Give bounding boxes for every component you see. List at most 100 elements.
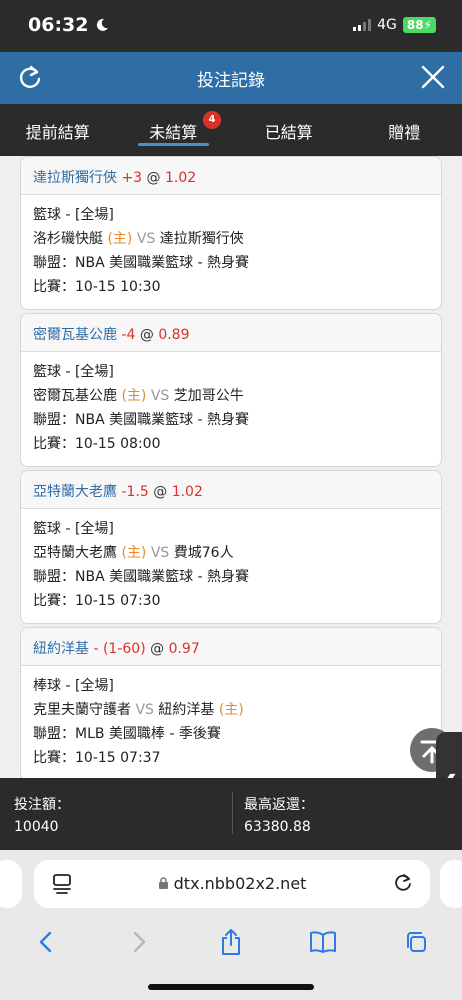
at-sign: @ [150, 641, 165, 657]
handicap: - (1-60) [93, 641, 146, 657]
back-button[interactable] [31, 927, 61, 957]
sport-line: 棒球 - [全場] [33, 678, 114, 694]
bet-summary: 投注額： 10040 最高返還： 63380.88 [0, 778, 462, 850]
browser-toolbar [0, 922, 462, 962]
home-team: 亞特蘭大老鷹 [33, 545, 117, 561]
selected-team: 達拉斯獨行俠 [33, 170, 117, 186]
reload-icon[interactable] [392, 872, 414, 894]
matchup-line: 密爾瓦基公鹿 (主) VS 芝加哥公牛 [33, 384, 429, 408]
tab-label: 贈禮 [388, 123, 421, 142]
matchup-line: 亞特蘭大老鷹 (主) VS 費城76人 [33, 541, 429, 565]
bet-details: 棒球 - [全場] 克里夫蘭守護者 VS 紐約洋基 (主) 聯盟：MLB 美國職… [21, 666, 441, 778]
chevron-right-icon [133, 931, 145, 953]
forward-button[interactable] [124, 927, 154, 957]
book-icon [310, 931, 337, 953]
status-indicators: 4G 88⚡ [353, 17, 436, 33]
max-return-summary: 最高返還： 63380.88 [244, 794, 314, 838]
page-title: 投注記錄 [197, 71, 265, 91]
unsettled-count-badge: 4 [203, 111, 221, 129]
home-tag: (主) [107, 231, 133, 247]
match-time-line: 比賽：10-15 08:00 [33, 436, 161, 452]
bet-card[interactable]: 密爾瓦基公鹿 -4 @ 0.89 籃球 - [全場] 密爾瓦基公鹿 (主) VS… [20, 313, 442, 467]
bet-card[interactable]: 達拉斯獨行俠 +3 @ 1.02 籃球 - [全場] 洛杉磯快艇 (主) VS … [20, 156, 442, 310]
next-tab-preview[interactable] [440, 860, 462, 908]
selected-team: 密爾瓦基公鹿 [33, 327, 117, 343]
tab-label: 提前結算 [25, 123, 90, 142]
url-text: dtx.nbb02x2.net [173, 874, 307, 893]
tabs-button[interactable] [401, 927, 431, 957]
signal-icon [353, 19, 372, 31]
share-icon [221, 929, 240, 955]
tab-unsettled[interactable]: 未結算 4 [116, 104, 232, 156]
bet-selection: 密爾瓦基公鹿 -4 @ 0.89 [21, 314, 441, 352]
league-line: 聯盟：NBA 美國職業籃球 - 熱身賽 [33, 569, 250, 585]
previous-tab-preview[interactable] [0, 860, 22, 908]
bet-list[interactable]: 達拉斯獨行俠 +3 @ 1.02 籃球 - [全場] 洛杉磯快艇 (主) VS … [0, 156, 462, 778]
odds: 0.89 [158, 327, 190, 343]
max-return-value: 63380.88 [244, 819, 311, 835]
status-bar: 06:32 4G 88⚡ [0, 0, 462, 52]
away-team: 費城76人 [173, 545, 234, 561]
home-tag: (主) [121, 545, 147, 561]
bet-selection: 達拉斯獨行俠 +3 @ 1.02 [21, 157, 441, 195]
max-return-label: 最高返還： [244, 797, 314, 813]
at-sign: @ [153, 484, 168, 500]
vs-label: VS [135, 702, 154, 718]
tab-settled[interactable]: 已結算 [231, 104, 347, 156]
selected-team: 紐約洋基 [33, 641, 89, 657]
handicap: +3 [121, 170, 143, 186]
home-tag: (主) [121, 388, 147, 404]
matchup-line: 克里夫蘭守護者 VS 紐約洋基 (主) [33, 698, 429, 722]
away-team: 紐約洋基 [158, 702, 215, 718]
selected-team: 亞特蘭大老鷹 [33, 484, 117, 500]
stake-value: 10040 [14, 819, 59, 835]
chevron-left-icon [39, 931, 52, 953]
network-label: 4G [377, 17, 397, 33]
battery-icon: 88⚡ [402, 17, 436, 33]
league-line: 聯盟：NBA 美國職業籃球 - 熱身賽 [33, 412, 250, 428]
bet-card[interactable]: 亞特蘭大老鷹 -1.5 @ 1.02 籃球 - [全場] 亞特蘭大老鷹 (主) … [20, 470, 442, 624]
at-sign: @ [139, 327, 154, 343]
tab-gifts[interactable]: 贈禮 [347, 104, 462, 156]
handicap: -1.5 [121, 484, 149, 500]
away-tag: (主) [218, 702, 244, 718]
tab-label: 未結算 [149, 123, 198, 142]
status-time: 06:32 [28, 14, 109, 36]
tab-bar: 提前結算 未結算 4 已結算 贈禮 [0, 104, 462, 156]
match-time-line: 比賽：10-15 10:30 [33, 279, 161, 295]
bet-card[interactable]: 紐約洋基 - (1-60) @ 0.97 棒球 - [全場] 克里夫蘭守護者 V… [20, 627, 442, 778]
share-button[interactable] [216, 927, 246, 957]
match-time-line: 比賽：10-15 07:37 [33, 750, 161, 766]
browser-chrome: dtx.nbb02x2.net [0, 850, 462, 1000]
battery-level: 88 [406, 18, 424, 32]
away-team: 芝加哥公牛 [173, 388, 244, 404]
clock-text: 06:32 [28, 14, 89, 36]
bet-selection: 紐約洋基 - (1-60) @ 0.97 [21, 628, 441, 666]
tab-early-settle[interactable]: 提前結算 [0, 104, 116, 156]
moon-icon [96, 18, 109, 31]
divider [232, 792, 233, 834]
sport-line: 籃球 - [全場] [33, 364, 114, 380]
away-team: 達拉斯獨行俠 [159, 231, 244, 247]
home-team: 密爾瓦基公鹿 [33, 388, 117, 404]
stake-label: 投注額： [14, 797, 70, 813]
vs-label: VS [136, 231, 156, 247]
close-icon[interactable] [420, 64, 446, 90]
league-line: 聯盟：NBA 美國職業籃球 - 熱身賽 [33, 255, 250, 271]
tabs-icon [406, 932, 426, 952]
bookmarks-button[interactable] [308, 927, 338, 957]
matchup-line: 洛杉磯快艇 (主) VS 達拉斯獨行俠 [33, 227, 429, 251]
bet-selection: 亞特蘭大老鷹 -1.5 @ 1.02 [21, 471, 441, 509]
bet-details: 籃球 - [全場] 洛杉磯快艇 (主) VS 達拉斯獨行俠 聯盟：NBA 美國職… [21, 195, 441, 309]
title-bar: 投注記錄 [0, 52, 462, 104]
url-display[interactable]: dtx.nbb02x2.net [34, 874, 430, 893]
sport-line: 籃球 - [全場] [33, 207, 114, 223]
vs-label: VS [150, 388, 170, 404]
vs-label: VS [150, 545, 170, 561]
match-time-line: 比賽：10-15 07:30 [33, 593, 161, 609]
address-bar[interactable]: dtx.nbb02x2.net [34, 860, 430, 908]
odds: 1.02 [171, 484, 203, 500]
active-tab-indicator [137, 143, 209, 146]
sport-line: 籃球 - [全場] [33, 521, 114, 537]
handicap: -4 [121, 327, 136, 343]
